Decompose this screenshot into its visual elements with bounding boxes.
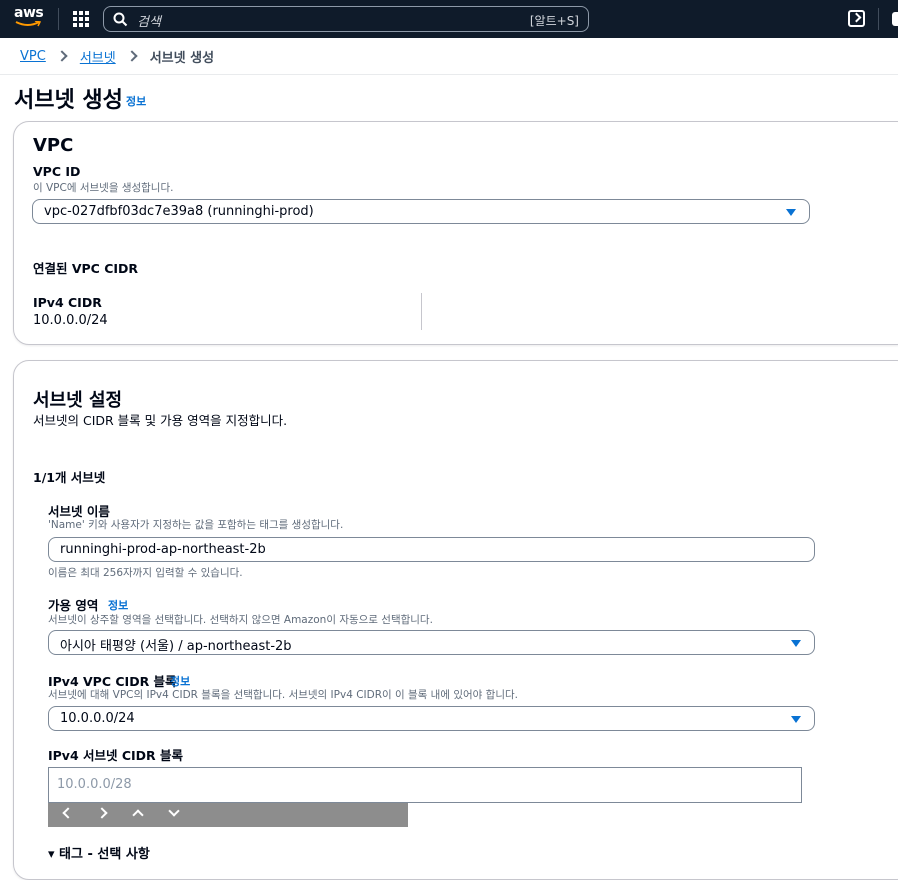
chevron-right-icon[interactable] [96,807,108,819]
breadcrumb: VPC 서브넷 서브넷 생성 [20,46,214,66]
ipv4-cidr-label: IPv4 CIDR [33,295,102,310]
breadcrumb-current: 서브넷 생성 [149,50,215,66]
vpc-card: VPC VPC ID 이 VPC에 서브넷을 생성합니다. vpc-027dfb… [13,121,898,345]
nav-divider [58,8,59,30]
linked-vpc-cidr-heading: 연결된 VPC CIDR [33,261,139,276]
ipv4-cidr-value: 10.0.0.0/24 [33,313,108,328]
aws-smile-icon [15,21,41,27]
ipv4-vpc-cidr-description: 서브넷에 대해 VPC의 IPv4 CIDR 블록을 선택합니다. 서브넷의 I… [48,689,518,701]
subnet-count-label: 1/1개 서브넷 [33,470,106,485]
subnet-name-hint: 이름은 최대 256자까지 입력할 수 있습니다. [48,567,243,579]
subnet-name-value: runninghi-prod-ap-northeast-2b [60,542,266,557]
page-title: 서브넷 생성 [14,88,123,113]
subnet-settings-card: 서브넷 설정 서브넷의 CIDR 블록 및 가용 영역을 지정합니다. 1/1개… [13,360,898,880]
ipv4-vpc-cidr-value: 10.0.0.0/24 [60,711,135,726]
vpc-id-label: VPC ID [33,164,81,179]
subnet-name-description: 'Name' 키와 사용자가 지정하는 값을 포함하는 태그를 생성합니다. [48,519,344,531]
subnet-settings-heading: 서브넷 설정 [33,390,123,411]
aws-logo-text: aws [14,5,44,21]
column-divider [421,293,422,330]
subnet-name-input[interactable]: runninghi-prod-ap-northeast-2b [48,537,815,562]
vpc-heading: VPC [33,135,74,156]
vpc-id-value: vpc-027dfbf03dc7e39a8 (runninghi-prod) [44,204,314,219]
subnet-settings-description: 서브넷의 CIDR 블록 및 가용 영역을 지정합니다. [33,413,288,428]
chevron-down-icon[interactable] [168,805,180,817]
vpc-id-select[interactable]: vpc-027dfbf03dc7e39a8 (runninghi-prod) [32,199,810,224]
search-input[interactable]: 검색 [알트+S] [103,6,589,32]
breadcrumb-link-subnets[interactable]: 서브넷 [80,47,116,66]
ipv4-subnet-cidr-label: IPv4 서브넷 CIDR 블록 [48,748,184,763]
vpc-id-description: 이 VPC에 서브넷을 생성합니다. [33,182,174,194]
breadcrumb-link-vpc[interactable]: VPC [20,49,46,64]
caret-down-icon [791,640,801,647]
caret-down-icon [786,209,796,216]
caret-down-icon [791,716,801,723]
tags-expander[interactable]: ▾ 태그 - 선택 사항 [48,843,150,862]
cidr-stepper-toolbar [48,803,408,827]
chevron-right-icon [126,50,138,62]
ipv4-subnet-cidr-input[interactable]: 10.0.0.0/28 [48,767,802,803]
nav-divider [878,8,879,30]
search-icon [113,12,128,27]
notifications-icon[interactable] [892,12,898,26]
ipv4-vpc-cidr-select[interactable]: 10.0.0.0/24 [48,706,815,731]
chevron-left-icon[interactable] [62,807,74,819]
info-link[interactable]: 정보 [126,93,146,109]
divider [0,74,898,75]
search-shortcut: [알트+S] [529,14,579,28]
availability-zone-info-link[interactable]: 정보 [108,597,128,613]
availability-zone-description: 서브넷이 상주할 영역을 선택합니다. 선택하지 않으면 Amazon이 자동으… [48,614,433,626]
ipv4-subnet-cidr-placeholder: 10.0.0.0/28 [57,777,132,792]
cloudshell-icon[interactable] [848,10,865,27]
availability-zone-value: 아시아 태평양 (서울) / ap-northeast-2b [60,639,292,654]
chevron-right-icon [56,50,68,62]
top-navigation: aws 검색 [알트+S] [0,0,898,38]
aws-logo[interactable]: aws [14,6,44,30]
chevron-up-icon[interactable] [132,809,144,821]
services-menu-icon[interactable] [73,11,89,27]
search-placeholder: 검색 [137,15,161,30]
availability-zone-select[interactable]: 아시아 태평양 (서울) / ap-northeast-2b [48,630,815,655]
